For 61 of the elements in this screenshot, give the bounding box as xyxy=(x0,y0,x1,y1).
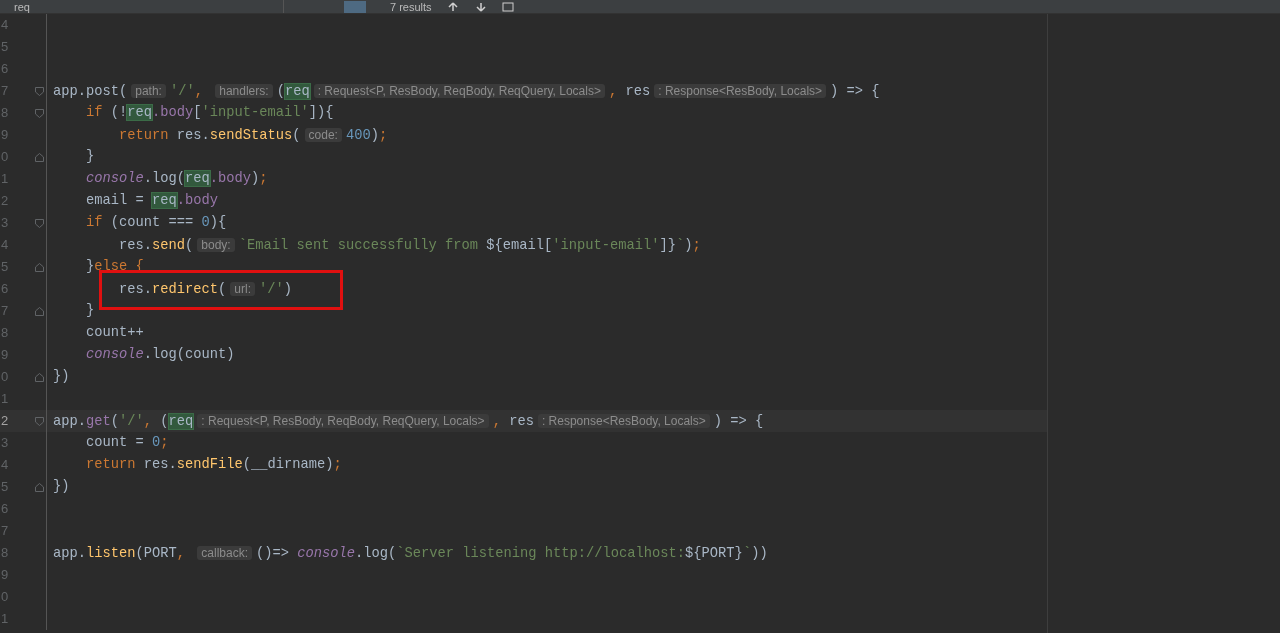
code-line: console.log(req.body); xyxy=(85,170,268,188)
code-line: app.post( path: '/', handlers: (req : Request<P, ResBody, ReqBody, ReqQuery, Locals> , res : Response<ResBody, Locals> ) => { xyxy=(53,82,880,101)
code-line: }) xyxy=(53,368,70,386)
line-number: 9 xyxy=(0,346,10,365)
line-number: 8 xyxy=(0,544,10,563)
line-number: 7 xyxy=(0,302,10,321)
line-number: 2 xyxy=(0,412,10,431)
fold-marker-icon[interactable] xyxy=(35,416,44,426)
line-number: 7 xyxy=(0,522,10,541)
code-line: email = req.body xyxy=(85,192,219,210)
select-all-icon[interactable] xyxy=(501,1,514,12)
line-number: 7 xyxy=(0,82,10,101)
fold-marker-icon[interactable] xyxy=(35,152,44,162)
line-number: 0 xyxy=(0,148,10,167)
line-number: 3 xyxy=(0,434,10,453)
code-line: res.send( body: `Email sent successfully from ${email['input-email']}`); xyxy=(118,236,701,255)
match-count: 7 results xyxy=(390,0,432,13)
line-number: 4 xyxy=(0,236,10,255)
line-number: 8 xyxy=(0,104,10,123)
line-number: 6 xyxy=(0,60,10,79)
code-line: count = 0; xyxy=(85,434,169,452)
fold-marker-icon[interactable] xyxy=(35,372,44,382)
line-number: 1 xyxy=(0,390,10,409)
fold-marker-icon[interactable] xyxy=(35,86,44,96)
line-number: 5 xyxy=(0,478,10,497)
code-line: } xyxy=(85,302,95,320)
line-number: 1 xyxy=(0,610,10,629)
toggle-button[interactable] xyxy=(344,0,366,13)
code-line: if (!req.body['input-email']){ xyxy=(85,104,334,122)
line-number: 9 xyxy=(0,126,10,145)
fold-marker-icon[interactable] xyxy=(35,262,44,272)
line-number: 5 xyxy=(0,258,10,277)
code-line: return res.sendStatus( code: 400); xyxy=(118,126,388,145)
code-line: }) xyxy=(53,478,70,496)
line-number: 9 xyxy=(0,566,10,585)
code-line: console.log(count) xyxy=(85,346,235,364)
line-number: 4 xyxy=(0,16,10,35)
line-number: 2 xyxy=(0,192,10,211)
line-number: 6 xyxy=(0,280,10,299)
code-line: count++ xyxy=(85,324,144,342)
line-number: 0 xyxy=(0,588,10,607)
line-number: 8 xyxy=(0,324,10,343)
line-number: 3 xyxy=(0,214,10,233)
line-number: 5 xyxy=(0,38,10,57)
code-line: app.listen(PORT, callback: ()=> console.log(`Server listening http://localhost:${PORT}`)) xyxy=(53,544,768,563)
code-line: } xyxy=(85,148,95,166)
fold-marker-icon[interactable] xyxy=(35,306,44,316)
fold-marker-icon[interactable] xyxy=(35,218,44,228)
arrow-up-icon[interactable] xyxy=(447,1,458,12)
code-line: res.redirect( url: '/') xyxy=(118,280,292,299)
code-line: if (count === 0){ xyxy=(85,214,227,232)
search-field[interactable]: req xyxy=(4,0,274,13)
line-number: 1 xyxy=(0,170,10,189)
line-number: 6 xyxy=(0,500,10,519)
code-line: app.get('/', (req : Request<P, ResBody, ReqBody, ReqQuery, Locals> , res : Response<ResBody, Locals> ) => { xyxy=(53,412,764,431)
code-line: return res.sendFile(__dirname); xyxy=(85,456,342,474)
line-number: 4 xyxy=(0,456,10,475)
line-number: 0 xyxy=(0,368,10,387)
arrow-down-icon[interactable] xyxy=(475,1,486,12)
fold-marker-icon[interactable] xyxy=(35,108,44,118)
fold-marker-icon[interactable] xyxy=(35,482,44,492)
